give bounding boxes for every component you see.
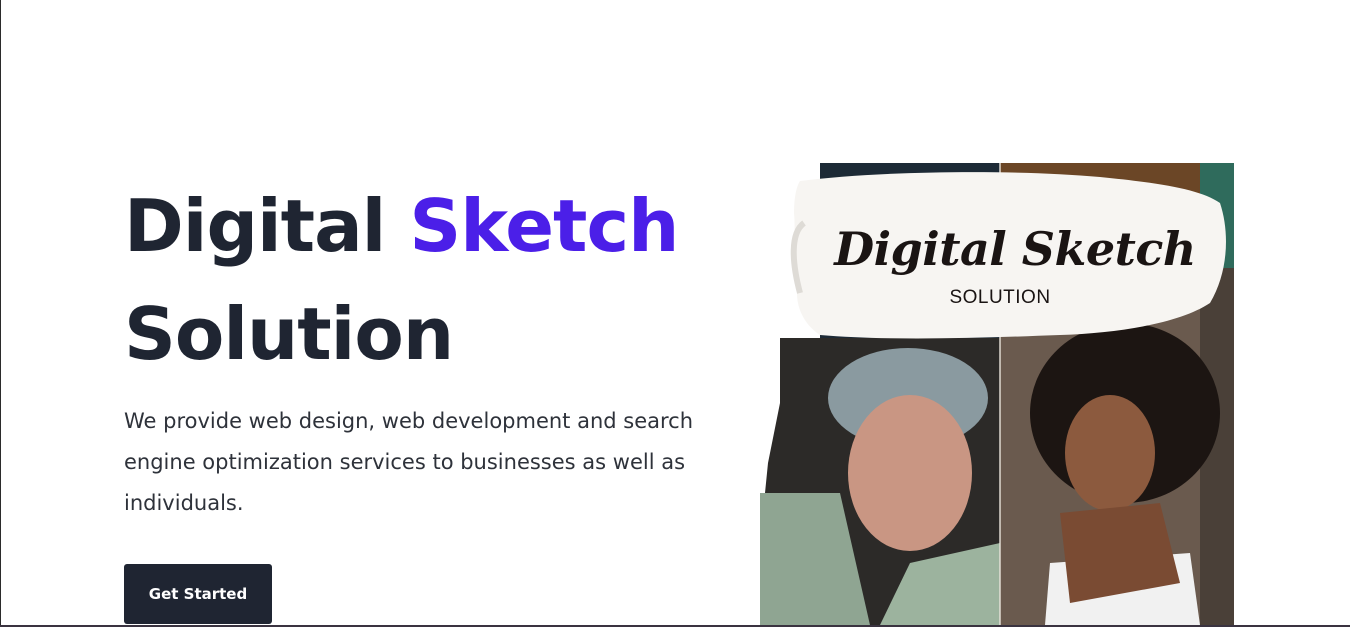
hero-image: Digital Sketch SOLUTION bbox=[760, 163, 1234, 625]
right-portrait-face bbox=[1065, 395, 1155, 511]
left-portrait-face bbox=[848, 395, 972, 551]
hero-title-part2: Solution bbox=[124, 292, 454, 376]
hero-title-accent: Sketch bbox=[409, 184, 679, 268]
image-overlay-title: Digital Sketch bbox=[834, 222, 1196, 276]
get-started-button[interactable]: Get Started bbox=[124, 564, 272, 624]
hero-title-part1: Digital bbox=[124, 184, 410, 268]
hero-title: Digital Sketch Solution bbox=[124, 172, 744, 388]
image-overlay-subtitle: SOLUTION bbox=[949, 287, 1051, 308]
hero-description: We provide web design, web development a… bbox=[124, 409, 694, 515]
page-left-border bbox=[0, 0, 1, 627]
